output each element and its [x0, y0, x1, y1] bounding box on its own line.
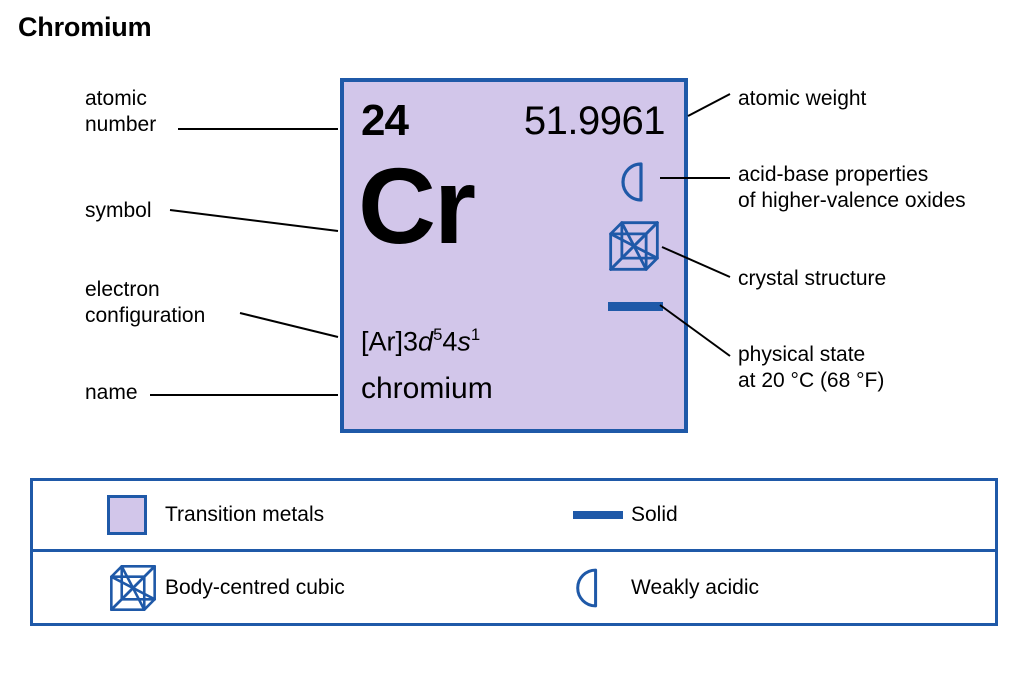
leader-symbol: [169, 209, 339, 232]
config-orbital-s: s: [457, 326, 471, 357]
atomic-weight-value: 51.9961: [523, 99, 666, 143]
solid-bar-icon: [573, 511, 631, 519]
element-cell: 24 51.9961 Cr [Ar]3d54s1 chromium: [340, 78, 688, 433]
legend-entry-solid: Solid: [573, 481, 678, 549]
atomic-number-value: 24: [361, 96, 409, 145]
purple-square-swatch-icon: [107, 495, 165, 535]
callout-atomic-number: atomic number: [85, 87, 157, 136]
electron-configuration-value: [Ar]3d54s1: [361, 325, 481, 357]
legend-label-transition-metals: Transition metals: [165, 503, 325, 526]
callout-physical-state: physical state at 20 °C (68 °F): [738, 343, 885, 392]
half-disc-weakly-acidic-icon: [616, 160, 650, 209]
callout-acid-base-properties: acid-base properties of higher-valence o…: [738, 163, 966, 212]
legend-row: Transition metals Solid: [33, 481, 995, 552]
callout-crystal-structure: crystal structure: [738, 267, 887, 290]
callout-electron-configuration: electron configuration: [85, 278, 206, 327]
legend-entry-body-centred-cubic: Body-centred cubic: [107, 552, 345, 623]
page-title: Chromium: [18, 12, 152, 42]
config-orbital-d: d: [418, 326, 434, 357]
solid-bar-icon: [608, 302, 663, 311]
leader-electron-configuration: [239, 312, 339, 338]
legend-row: Body-centred cubic Weakly acidic: [33, 552, 995, 623]
callout-atomic-weight: atomic weight: [738, 87, 867, 110]
config-exponent-1: 1: [470, 325, 481, 344]
callout-name: name: [85, 381, 138, 404]
element-name-value: chromium: [361, 372, 493, 405]
body-centred-cubic-icon: [107, 562, 165, 614]
legend-label-solid: Solid: [631, 503, 678, 526]
legend-label-body-centred-cubic: Body-centred cubic: [165, 575, 345, 599]
legend-entry-weakly-acidic: Weakly acidic: [573, 552, 759, 623]
config-exponent-5: 5: [433, 325, 443, 344]
half-disc-weakly-acidic-icon: [573, 565, 631, 611]
legend-entry-transition-metals: Transition metals: [107, 481, 324, 549]
legend-box: Transition metals Solid Body-centred cub…: [30, 478, 998, 626]
config-prefix: [Ar]3: [361, 326, 419, 357]
body-centred-cubic-icon: [606, 218, 662, 279]
element-symbol-value: Cr: [358, 145, 476, 266]
legend-label-weakly-acidic: Weakly acidic: [631, 575, 759, 599]
config-mid: 4: [442, 326, 458, 357]
callout-symbol: symbol: [85, 199, 152, 222]
leader-atomic-weight: [687, 93, 731, 117]
